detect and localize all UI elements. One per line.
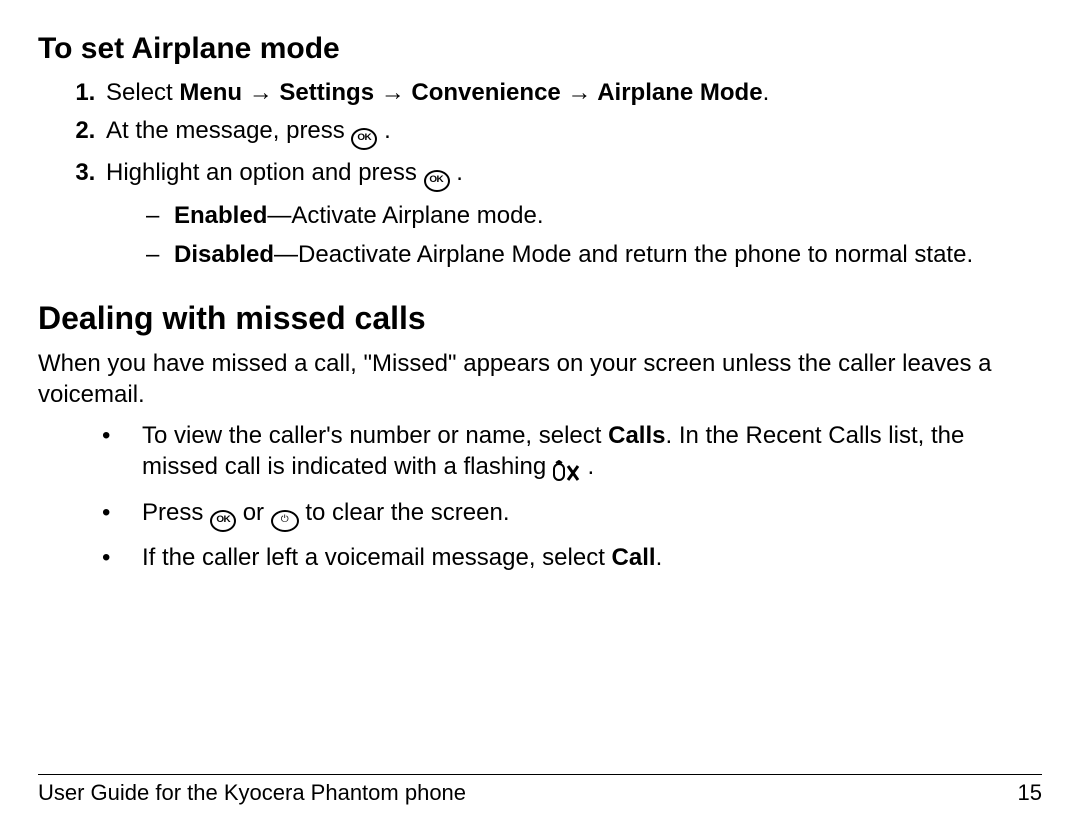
b3-pre: If the caller left a voicemail message, … [142,544,612,571]
page-number: 15 [1018,779,1042,807]
b1-post: . [581,453,594,480]
option-disabled-desc: —Deactivate Airplane Mode and return the… [274,241,973,268]
step-1: Select Menu → Settings → Convenience → A… [102,78,1042,108]
bullet-clear-screen: Press or to clear the screen. [102,497,1042,532]
step-1-pre: Select [106,79,179,106]
b1-pre: To view the caller's number or name, sel… [142,422,608,449]
option-enabled: Enabled—Activate Airplane mode. [146,200,1042,231]
b2-post: to clear the screen. [305,499,509,526]
page-footer: User Guide for the Kyocera Phantom phone… [38,774,1042,807]
ok-icon [351,128,377,150]
step-1-path: Menu → Settings → Convenience → Airplane… [179,79,762,106]
step-2-pre: At the message, press [106,117,351,144]
option-enabled-label: Enabled [174,202,267,229]
b2-pre: Press [142,499,210,526]
step-1-post: . [763,79,770,106]
footer-title: User Guide for the Kyocera Phantom phone [38,779,466,807]
missed-call-icon [553,455,581,486]
step-2: At the message, press . [102,116,1042,150]
missed-calls-list: To view the caller's number or name, sel… [38,420,1042,573]
b3-post: . [656,544,663,571]
end-call-icon [271,510,299,532]
ok-icon [210,510,236,532]
option-disabled-label: Disabled [174,241,274,268]
step-3-post: . [456,159,463,186]
missed-calls-intro: When you have missed a call, "Missed" ap… [38,348,1042,410]
bullet-voicemail: If the caller left a voicemail message, … [102,542,1042,573]
step-3: Highlight an option and press . Enabled—… [102,158,1042,270]
option-disabled: Disabled—Deactivate Airplane Mode and re… [146,239,1042,270]
heading-missed-calls: Dealing with missed calls [38,298,1042,338]
b3-call: Call [612,544,656,571]
airplane-steps-list: Select Menu → Settings → Convenience → A… [38,78,1042,270]
heading-airplane-mode: To set Airplane mode [38,30,1042,68]
option-enabled-desc: —Activate Airplane mode. [267,202,543,229]
ok-icon [424,170,450,192]
step-3-pre: Highlight an option and press [106,159,424,186]
airplane-options-list: Enabled—Activate Airplane mode. Disabled… [106,200,1042,270]
b1-calls: Calls [608,422,665,449]
b2-mid: or [243,499,271,526]
step-2-post: . [384,117,391,144]
bullet-view-caller: To view the caller's number or name, sel… [102,420,1042,486]
